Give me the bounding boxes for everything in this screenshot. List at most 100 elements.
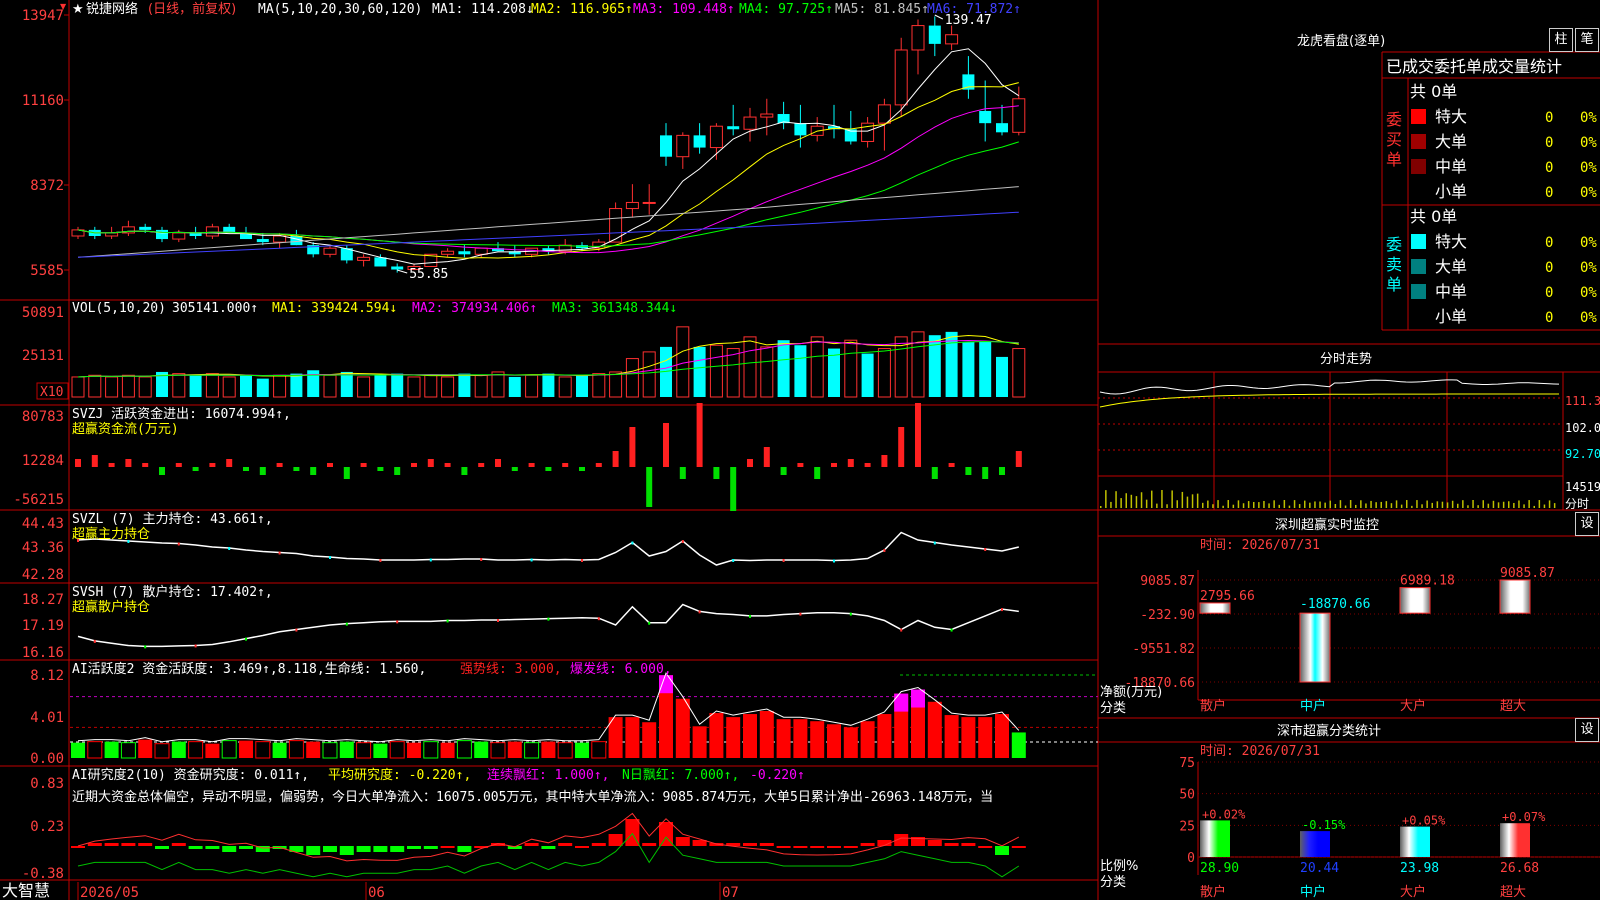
flow-bar	[847, 459, 854, 467]
volume-bar-up	[357, 376, 371, 398]
candle-body-up	[911, 25, 925, 51]
svzl-tick-label: 43.36	[22, 540, 64, 556]
buy-color-swatch	[1411, 134, 1426, 149]
flow-bar	[175, 463, 182, 467]
activity-bar	[978, 717, 993, 758]
sz-settings-button[interactable]: 设	[1575, 512, 1599, 536]
intraday-vol-bar	[1110, 501, 1112, 508]
intraday-vol-bar	[1339, 500, 1342, 508]
intraday-vol-bar	[1446, 502, 1449, 508]
volume-bar-up	[474, 374, 488, 398]
ai1-tick-label: 4.01	[30, 710, 64, 726]
sell-row-name: 小单	[1435, 307, 1467, 326]
candle-body-up	[894, 49, 908, 106]
intraday-vol-bar	[1416, 500, 1418, 508]
intraday-vol-bar	[1508, 501, 1510, 508]
activity-bar-outline	[591, 741, 607, 759]
flow-bar	[108, 463, 115, 467]
activity-bar	[927, 701, 942, 758]
sh-xlabel: 分类	[1100, 875, 1126, 890]
ai1-burst-label: 爆发线: 6.000,	[570, 661, 672, 677]
research-bar	[591, 843, 606, 846]
sz-tick-label: -9551.82	[1132, 642, 1195, 657]
flow-bar	[327, 463, 333, 467]
volume-bar-up	[625, 358, 639, 398]
activity-bar	[440, 742, 455, 758]
activity-bar	[776, 719, 791, 758]
flow-bar	[579, 467, 585, 471]
ai2-avg: 平均研究度: -0.220↑,	[328, 767, 471, 783]
activity-bar-outline	[154, 743, 170, 759]
sz-value-label: 6989.18	[1400, 574, 1455, 589]
svsh-tick	[93, 639, 96, 643]
price-tick-label: 13947	[22, 8, 64, 24]
stock-chart[interactable]: 139471116083725585139.4755.85★ 锐捷网络 (日线，前复…	[0, 0, 1600, 900]
flow-bar	[730, 467, 737, 511]
activity-bar	[239, 740, 253, 758]
svzl-tick-label: 42.28	[22, 567, 64, 583]
candle-body-down	[693, 135, 706, 148]
svzl-tick	[581, 559, 583, 562]
volume-bar-down	[391, 373, 404, 397]
flow-bar	[377, 467, 384, 471]
activity-bar-outline	[255, 741, 271, 759]
research-bar	[306, 846, 321, 855]
flow-bar	[747, 459, 753, 467]
sz-bar	[1499, 579, 1531, 614]
flow-bar	[209, 463, 216, 467]
flow-bar	[931, 467, 938, 479]
volume-bar-down	[576, 375, 588, 397]
buy-row-pct: 0%	[1580, 185, 1597, 201]
flow-bar	[343, 467, 350, 479]
intraday-vol-bar	[1400, 504, 1403, 508]
sh-change-label: -0.15%	[1302, 818, 1346, 832]
research-bar	[558, 843, 573, 846]
intraday-tick: 14519	[1565, 480, 1600, 494]
buy-color-swatch	[1411, 159, 1426, 174]
flow-bar	[629, 427, 636, 467]
pen-mode-button[interactable]: 笔	[1575, 28, 1599, 52]
volume-bar-up	[222, 376, 236, 398]
date-label: 06	[368, 885, 385, 900]
research-bar	[339, 846, 354, 855]
svzl-tick	[429, 558, 432, 562]
low-price-label: 55.85	[409, 267, 448, 282]
date-label: 2026/05	[80, 885, 139, 900]
intraday-vol-bar	[1324, 502, 1326, 508]
intraday-vol-bar	[1268, 503, 1270, 508]
flow-bar	[192, 467, 199, 471]
sell-row-pct: 0%	[1580, 235, 1597, 251]
sz-monitor-title: 深圳超赢实时监控	[1275, 517, 1379, 533]
svsh-tick	[849, 612, 852, 616]
research-bar	[860, 843, 875, 846]
intraday-vol-bar	[1273, 500, 1275, 508]
intraday-vol-bar	[1161, 490, 1163, 508]
intraday-vol-bar	[1462, 500, 1464, 508]
intraday-vol-bar	[1528, 500, 1530, 508]
ma-legend-item-4: MA4: 97.725↑	[739, 2, 833, 17]
research-bar	[793, 846, 808, 848]
sh-settings-button[interactable]: 设	[1575, 718, 1599, 742]
candle-body-down	[660, 135, 672, 157]
intraday-vol-bar	[1242, 503, 1245, 508]
activity-bar	[373, 743, 388, 758]
intraday-vol-bar	[1375, 502, 1377, 508]
research-bar	[323, 846, 337, 852]
sh-change-label: +0.02%	[1202, 807, 1246, 821]
flow-bar	[595, 463, 602, 467]
bar-mode-button[interactable]: 柱	[1549, 28, 1573, 52]
sz-category: 散户	[1200, 698, 1226, 714]
intraday-vol-bar	[1390, 503, 1393, 508]
activity-bar	[843, 727, 858, 758]
vol-unit: X10	[40, 385, 63, 400]
volume-bar-up	[121, 374, 135, 398]
activity-bar-outline	[322, 742, 338, 759]
svzl-tick	[883, 549, 886, 552]
price-tick-label: 8372	[30, 178, 64, 194]
flow-bar	[276, 463, 283, 467]
sh-category: 中户	[1300, 884, 1326, 900]
volume-bar-up	[273, 374, 287, 398]
intraday-vol-bar	[1492, 500, 1495, 508]
sz-xlabel: 分类	[1100, 701, 1126, 716]
research-bar	[575, 846, 589, 848]
